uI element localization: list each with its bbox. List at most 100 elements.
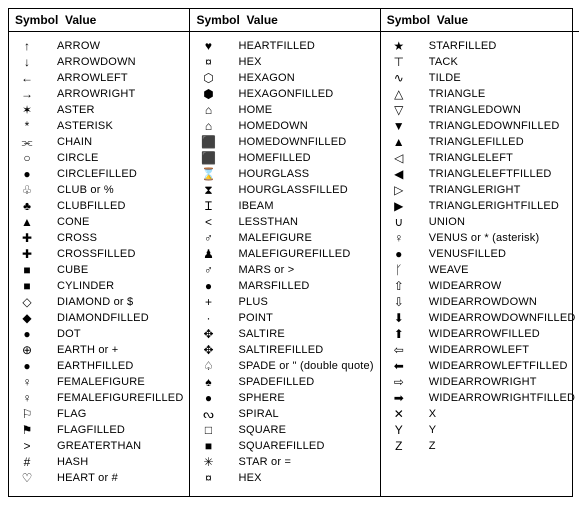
symbol-icon: ♂ <box>196 230 220 246</box>
table-row: ♟MALEFIGUREFILLED <box>196 246 373 262</box>
symbol-icon: ● <box>15 358 39 374</box>
symbol-value: TRIANGLELEFTFILLED <box>411 166 576 182</box>
symbol-value: MARS or > <box>220 262 373 278</box>
column-header: Symbol Value <box>9 9 189 32</box>
symbol-icon: ♂ <box>196 262 220 278</box>
symbol-value: X <box>411 406 576 422</box>
symbol-value: HEART or # <box>39 470 183 486</box>
table-row: ◁TRIANGLELEFT <box>387 150 576 166</box>
table-row: ⬇WIDEARROWDOWNFILLED <box>387 310 576 326</box>
symbol-value: HOMEDOWN <box>220 118 373 134</box>
symbol-value: GREATERTHAN <box>39 438 183 454</box>
symbol-icon: ↓ <box>15 54 39 70</box>
table-row: ↑ARROW <box>15 38 183 54</box>
symbol-icon: ■ <box>15 278 39 294</box>
symbol-value: HEXAGONFILLED <box>220 86 373 102</box>
symbol-value: HASH <box>39 454 183 470</box>
symbol-value: STAR or = <box>220 454 373 470</box>
symbol-icon: ▲ <box>387 134 411 150</box>
symbol-icon: < <box>196 214 220 230</box>
symbol-value: TRIANGLEDOWNFILLED <box>411 118 576 134</box>
header-symbol: Symbol <box>387 13 437 27</box>
symbol-value: HOMEFILLED <box>220 150 373 166</box>
symbol-icon: ∪ <box>387 214 411 230</box>
symbol-value: TRIANGLERIGHTFILLED <box>411 198 576 214</box>
symbol-value: PLUS <box>220 294 373 310</box>
table-row: ꞮIBEAM <box>196 198 373 214</box>
symbol-icon: ● <box>196 390 220 406</box>
table-row: ⬆WIDEARROWFILLED <box>387 326 576 342</box>
table-row: ●CIRCLEFILLED <box>15 166 183 182</box>
column-2: Symbol Value ♥HEARTFILLED¤HEX⬡HEXAGON⬢HE… <box>190 9 380 496</box>
table-row: ●DOT <box>15 326 183 342</box>
table-row: ♠SPADEFILLED <box>196 374 373 390</box>
symbol-icon: ⫘ <box>15 134 39 150</box>
symbol-icon: ▷ <box>387 182 411 198</box>
table-row: ♣CLUBFILLED <box>15 198 183 214</box>
symbol-value: IBEAM <box>220 198 373 214</box>
table-row: ⬡HEXAGON <box>196 70 373 86</box>
symbol-icon: ● <box>15 166 39 182</box>
table-row: ♀FEMALEFIGUREFILLED <box>15 390 183 406</box>
symbol-icon: ➡ <box>387 390 411 406</box>
table-row: ♂MARS or > <box>196 262 373 278</box>
symbol-value: STARFILLED <box>411 38 576 54</box>
table-row: ●MARSFILLED <box>196 278 373 294</box>
symbol-value: CROSSFILLED <box>39 246 183 262</box>
symbol-value: VENUSFILLED <box>411 246 576 262</box>
symbol-icon: ◇ <box>15 294 39 310</box>
symbol-icon: ⬢ <box>196 86 220 102</box>
symbol-value: POINT <box>220 310 373 326</box>
symbol-icon: ✚ <box>15 246 39 262</box>
symbol-icon: ⇧ <box>387 278 411 294</box>
symbol-icon: ♡ <box>15 470 39 486</box>
symbol-value: UNION <box>411 214 576 230</box>
symbol-icon: ✥ <box>196 342 220 358</box>
symbol-value: SPADE or " (double quote) <box>220 358 373 374</box>
symbol-icon: ⬇ <box>387 310 411 326</box>
symbol-value: WEAVE <box>411 262 576 278</box>
symbol-icon: → <box>15 86 39 102</box>
table-row: ⇨WIDEARROWRIGHT <box>387 374 576 390</box>
symbol-value: EARTHFILLED <box>39 358 183 374</box>
symbol-icon: ○ <box>15 150 39 166</box>
header-symbol: Symbol <box>15 13 65 27</box>
column-3: Symbol Value ★STARFILLED⊤TACK∿TILDE△TRIA… <box>381 9 579 496</box>
symbol-value: SPIRAL <box>220 406 373 422</box>
table-row: ♀FEMALEFIGURE <box>15 374 183 390</box>
rows-1: ↑ARROW↓ARROWDOWN←ARROWLEFT→ARROWRIGHT✶AS… <box>9 32 189 496</box>
symbol-value: CLUB or % <box>39 182 183 198</box>
symbol-icon: ♧ <box>15 182 39 198</box>
symbol-value: HOME <box>220 102 373 118</box>
symbol-icon: ⊤ <box>387 54 411 70</box>
symbol-icon: ♀ <box>387 230 411 246</box>
symbol-value: TILDE <box>411 70 576 86</box>
symbol-icon: ᚴ <box>387 262 411 278</box>
table-row: #HASH <box>15 454 183 470</box>
table-row: ⇧WIDEARROW <box>387 278 576 294</box>
symbol-value: HEARTFILLED <box>220 38 373 54</box>
symbol-value: SQUARE <box>220 422 373 438</box>
symbol-value: DOT <box>39 326 183 342</box>
symbol-icon: ♥ <box>196 38 220 54</box>
symbol-icon: ◆ <box>15 310 39 326</box>
symbol-icon: ᔓ <box>196 406 220 422</box>
symbol-icon: ⇩ <box>387 294 411 310</box>
column-1: Symbol Value ↑ARROW↓ARROWDOWN←ARROWLEFT→… <box>9 9 190 496</box>
symbol-icon: ⇦ <box>387 342 411 358</box>
symbol-value: CYLINDER <box>39 278 183 294</box>
table-row: ΖZ <box>387 438 576 454</box>
symbol-value: HOURGLASSFILLED <box>220 182 373 198</box>
table-row: ⇦WIDEARROWLEFT <box>387 342 576 358</box>
table-row: +PLUS <box>196 294 373 310</box>
table-row: ●SPHERE <box>196 390 373 406</box>
symbol-value: HEX <box>220 470 373 486</box>
table-row: <LESSTHAN <box>196 214 373 230</box>
table-row: ✶ASTER <box>15 102 183 118</box>
symbol-icon: ⌛ <box>196 166 220 182</box>
symbol-value: TACK <box>411 54 576 70</box>
symbol-value: MALEFIGUREFILLED <box>220 246 373 262</box>
table-row: ♂MALEFIGURE <box>196 230 373 246</box>
symbol-value: CLUBFILLED <box>39 198 183 214</box>
symbol-icon: ✥ <box>196 326 220 342</box>
